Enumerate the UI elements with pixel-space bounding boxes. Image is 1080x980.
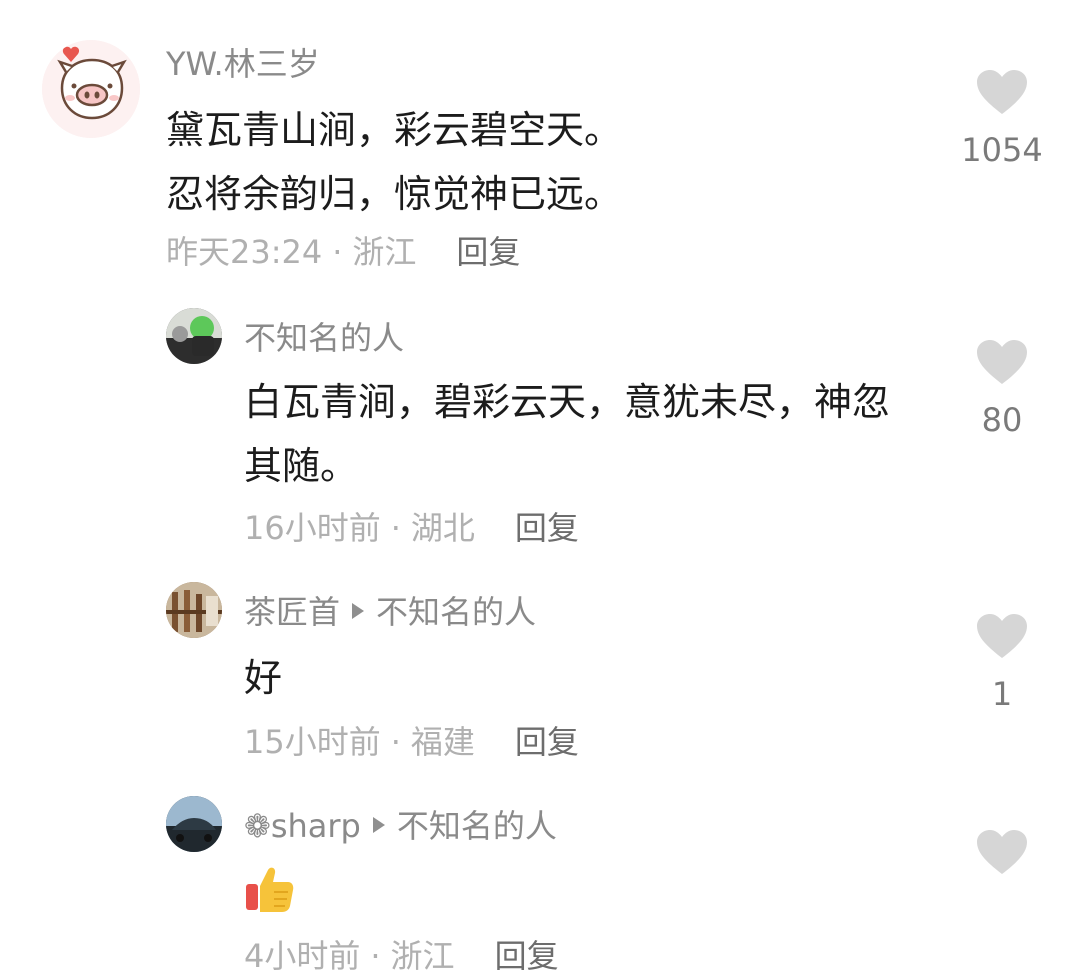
comment-username-row: ❁sharp 不知名的人 — [244, 806, 557, 846]
comment-time: 4小时前 — [244, 937, 361, 975]
wood-shelf-avatar-icon — [166, 582, 222, 638]
comment-text: 白瓦青涧，碧彩云天，意犹未尽，神忽 其随。 — [244, 370, 964, 498]
like-count: 1 — [991, 675, 1013, 713]
comment-text — [244, 862, 296, 933]
comment-meta: 15小时前 · 福建 回复 — [244, 723, 579, 761]
reply-arrow-icon — [372, 817, 385, 833]
comment-username[interactable]: YW.林三岁 — [166, 44, 320, 84]
reply-arrow-icon — [352, 603, 365, 619]
comment-username-row: 茶匠首 不知名的人 — [244, 592, 536, 632]
reply-button[interactable]: 回复 — [515, 723, 579, 761]
comment-time: 昨天23:24 — [166, 233, 323, 271]
avatar[interactable] — [42, 40, 140, 138]
comment-username[interactable]: 茶匠首 — [244, 593, 340, 631]
thumbs-up-emoji-icon — [246, 867, 294, 912]
reply-to-username[interactable]: 不知名的人 — [397, 807, 557, 845]
like-count: 1054 — [961, 131, 1043, 169]
heart-icon — [977, 830, 1027, 874]
like-button[interactable]: 80 — [952, 340, 1052, 440]
comment-line: 其随。 — [244, 444, 359, 488]
comment-meta: 16小时前 · 湖北 回复 — [244, 509, 579, 547]
green-figure-avatar-icon — [166, 308, 222, 364]
comment-text: 黛瓦青山涧，彩云碧空天。 忍将余韵归，惊觉神已远。 — [166, 98, 886, 226]
car-avatar-icon — [166, 796, 222, 852]
comment-location: 福建 — [410, 723, 475, 761]
like-button[interactable] — [952, 830, 1052, 876]
comment-username[interactable]: ❁sharp — [244, 807, 361, 845]
like-button[interactable]: 1 — [952, 614, 1052, 714]
comment-line: 忍将余韵归，惊觉神已远。 — [166, 172, 623, 216]
comment-username[interactable]: 不知名的人 — [244, 318, 404, 358]
reply-button[interactable]: 回复 — [515, 509, 579, 547]
comment-meta: 昨天23:24 · 浙江 回复 — [166, 233, 521, 271]
reply-button[interactable]: 回复 — [495, 937, 559, 975]
comment-text: 好 — [244, 646, 964, 710]
comment-time: 15小时前 — [244, 723, 381, 761]
comment-meta: 4小时前 · 浙江 回复 — [244, 937, 559, 975]
comment-location: 浙江 — [352, 233, 417, 271]
avatar[interactable] — [166, 582, 222, 638]
pig-avatar-icon — [42, 40, 140, 138]
avatar[interactable] — [166, 796, 222, 852]
reply-button[interactable]: 回复 — [456, 233, 520, 271]
comment-line: 黛瓦青山涧，彩云碧空天。 — [166, 108, 623, 152]
heart-icon — [977, 70, 1027, 114]
heart-icon — [977, 614, 1027, 658]
like-count: 80 — [981, 401, 1023, 439]
comment-time: 16小时前 — [244, 509, 381, 547]
comment-line: 白瓦青涧，碧彩云天，意犹未尽，神忽 — [244, 380, 891, 424]
avatar[interactable] — [166, 308, 222, 364]
like-button[interactable]: 1054 — [952, 70, 1052, 170]
comment-location: 湖北 — [410, 509, 475, 547]
heart-icon — [977, 340, 1027, 384]
comment-line: 好 — [244, 656, 283, 700]
reply-to-username[interactable]: 不知名的人 — [376, 593, 536, 631]
comment-location: 浙江 — [390, 937, 455, 975]
